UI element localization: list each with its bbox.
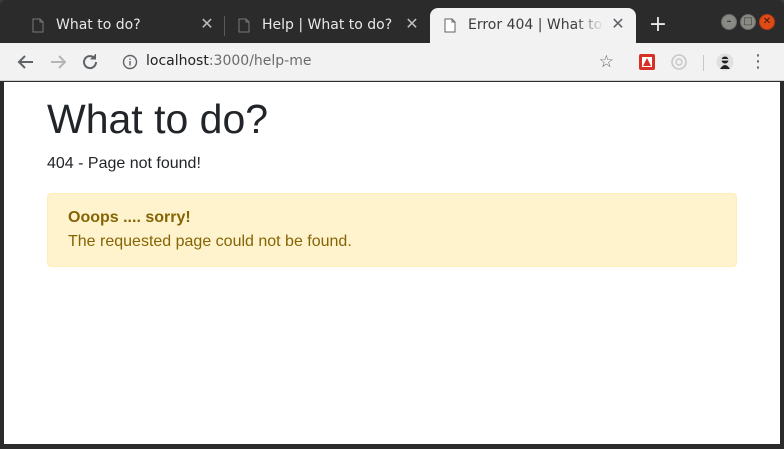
avatar-icon[interactable] xyxy=(716,53,734,71)
tab-title: Error 404 | What to do? xyxy=(468,17,604,33)
page-icon xyxy=(444,18,456,33)
bookmark-star-icon[interactable]: ☆ xyxy=(599,52,614,72)
url-path: :3000/help-me xyxy=(208,53,312,69)
new-tab-button[interactable]: + xyxy=(646,14,670,38)
reload-button[interactable] xyxy=(78,50,102,74)
tab-close-icon[interactable]: ✕ xyxy=(610,16,626,32)
tab-strip: What to do? ✕ Help | What to do? ✕ Error… xyxy=(0,0,784,43)
tab-error-404[interactable]: Error 404 | What to do? ✕ xyxy=(430,8,636,43)
maximize-button[interactable]: □ xyxy=(740,14,756,30)
tab-close-icon[interactable]: ✕ xyxy=(404,16,420,32)
url-text[interactable]: localhost:3000/help-me xyxy=(146,53,311,69)
alert-message: The requested page could not be found. xyxy=(68,233,352,250)
tab-close-icon[interactable]: ✕ xyxy=(199,16,215,32)
arrow-right-icon xyxy=(51,55,67,69)
tab-home[interactable]: What to do? ✕ xyxy=(18,8,224,43)
warning-alert: Ooops .... sorry! The requested page cou… xyxy=(47,193,737,267)
back-button[interactable] xyxy=(14,50,38,74)
forward-button[interactable] xyxy=(46,50,70,74)
minimize-button[interactable]: – xyxy=(721,14,737,30)
toolbar-separator xyxy=(703,55,704,71)
url-host: localhost xyxy=(146,53,209,69)
extension-gray-icon[interactable] xyxy=(670,53,688,71)
address-bar[interactable]: localhost:3000/help-me ☆ xyxy=(112,47,624,77)
alert-heading: Ooops .... sorry! xyxy=(68,209,191,226)
window-close-button[interactable]: ✕ xyxy=(759,14,775,30)
page-viewport: What to do? 404 - Page not found! Ooops … xyxy=(4,82,780,444)
browser-toolbar: localhost:3000/help-me ☆ ⋮ xyxy=(0,43,784,81)
tab-title: Help | What to do? xyxy=(262,17,393,33)
info-icon[interactable] xyxy=(122,54,138,70)
arrow-left-icon xyxy=(17,55,33,69)
page-icon xyxy=(32,18,44,33)
extension-red-icon[interactable] xyxy=(638,53,656,71)
page-title: What to do? xyxy=(47,96,269,142)
menu-kebab-icon[interactable]: ⋮ xyxy=(748,50,768,74)
page-icon xyxy=(238,18,250,33)
tab-help[interactable]: Help | What to do? ✕ xyxy=(224,8,430,43)
reload-icon xyxy=(83,54,98,70)
browser-window: What to do? ✕ Help | What to do? ✕ Error… xyxy=(0,0,784,449)
tab-title: What to do? xyxy=(56,17,141,33)
error-message: 404 - Page not found! xyxy=(47,155,201,172)
